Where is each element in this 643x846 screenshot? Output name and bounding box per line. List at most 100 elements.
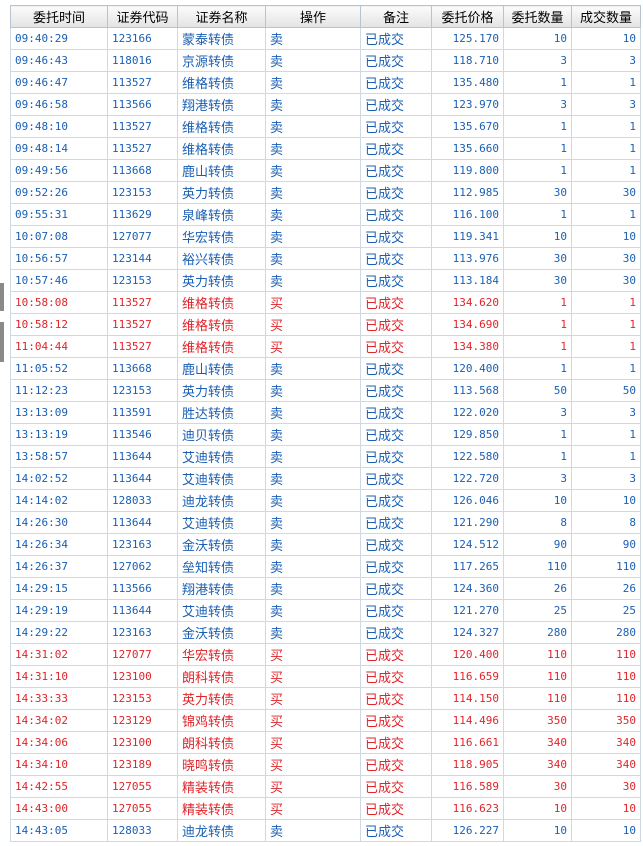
table-row[interactable]: 14:34:10 123189 晓鸣转债买已成交 118.905 340 340 — [10, 753, 641, 776]
column-header-remark[interactable]: 备注 — [360, 5, 432, 28]
order-price-cell: 114.496 — [431, 709, 504, 732]
table-row[interactable]: 09:49:56 113668 鹿山转债卖已成交 119.800 1 1 — [10, 159, 641, 182]
splitter-mark-bottom[interactable] — [0, 322, 4, 362]
splitter-mark-top[interactable] — [0, 283, 4, 311]
remark-cell: 已成交 — [360, 313, 432, 336]
table-row[interactable]: 09:46:43 118016 京源转债卖已成交 118.710 3 3 — [10, 49, 641, 72]
order-price-cell: 124.327 — [431, 621, 504, 644]
order-price-cell: 113.976 — [431, 247, 504, 270]
table-row[interactable]: 14:29:15 113566 翔港转债卖已成交 124.360 26 26 — [10, 577, 641, 600]
security-name-cell: 艾迪转债 — [177, 511, 266, 534]
operation-cell: 卖 — [265, 93, 361, 116]
table-row[interactable]: 09:55:31 113629 泉峰转债卖已成交 116.100 1 1 — [10, 203, 641, 226]
column-header-filled-quantity[interactable]: 成交数量 — [571, 5, 641, 28]
table-row[interactable]: 11:04:44 113527 维格转债买已成交 134.380 1 1 — [10, 335, 641, 358]
column-header-order-time[interactable]: 委托时间 — [10, 5, 108, 28]
table-row[interactable]: 13:13:19 113546 迪贝转债卖已成交 129.850 1 1 — [10, 423, 641, 446]
operation-cell: 卖 — [265, 423, 361, 446]
security-code-cell: 127055 — [107, 775, 178, 798]
table-row[interactable]: 09:48:14 113527 维格转债卖已成交 135.660 1 1 — [10, 137, 641, 160]
order-time-cell: 09:48:14 — [10, 137, 108, 160]
column-header-security-code[interactable]: 证券代码 — [107, 5, 178, 28]
order-quantity-cell: 3 — [503, 467, 572, 490]
order-price-cell: 118.905 — [431, 753, 504, 776]
remark-cell: 已成交 — [360, 599, 432, 622]
order-quantity-cell: 1 — [503, 115, 572, 138]
order-quantity-cell: 1 — [503, 313, 572, 336]
order-price-cell: 121.290 — [431, 511, 504, 534]
order-quantity-cell: 340 — [503, 731, 572, 754]
table-row[interactable]: 09:52:26 123153 英力转债卖已成交 112.985 30 30 — [10, 181, 641, 204]
column-header-order-quantity[interactable]: 委托数量 — [503, 5, 572, 28]
remark-cell: 已成交 — [360, 247, 432, 270]
table-row[interactable]: 13:13:09 113591 胜达转债卖已成交 122.020 3 3 — [10, 401, 641, 424]
table-row[interactable]: 09:40:29 123166 蒙泰转债卖已成交 125.170 10 10 — [10, 27, 641, 50]
security-name-cell: 华宏转债 — [177, 225, 266, 248]
table-row[interactable]: 14:33:33 123153 英力转债买已成交 114.150 110 110 — [10, 687, 641, 710]
order-quantity-cell: 350 — [503, 709, 572, 732]
table-row[interactable]: 14:42:55 127055 精装转债买已成交 116.589 30 30 — [10, 775, 641, 798]
table-row[interactable]: 11:12:23 123153 英力转债卖已成交 113.568 50 50 — [10, 379, 641, 402]
table-row[interactable]: 14:26:30 113644 艾迪转债卖已成交 121.290 8 8 — [10, 511, 641, 534]
table-row[interactable]: 14:29:19 113644 艾迪转债卖已成交 121.270 25 25 — [10, 599, 641, 622]
order-quantity-cell: 10 — [503, 27, 572, 50]
order-quantity-cell: 110 — [503, 665, 572, 688]
order-time-cell: 14:42:55 — [10, 775, 108, 798]
order-price-cell: 122.020 — [431, 401, 504, 424]
order-time-cell: 09:46:43 — [10, 49, 108, 72]
order-quantity-cell: 1 — [503, 335, 572, 358]
security-name-cell: 维格转债 — [177, 115, 266, 138]
order-time-cell: 14:31:02 — [10, 643, 108, 666]
order-time-cell: 14:34:06 — [10, 731, 108, 754]
order-quantity-cell: 30 — [503, 247, 572, 270]
security-name-cell: 鹿山转债 — [177, 357, 266, 380]
table-row[interactable]: 14:34:06 123100 朗科转债买已成交 116.661 340 340 — [10, 731, 641, 754]
security-code-cell: 128033 — [107, 489, 178, 512]
filled-quantity-cell: 30 — [571, 269, 641, 292]
operation-cell: 买 — [265, 753, 361, 776]
security-code-cell: 113629 — [107, 203, 178, 226]
order-time-cell: 14:29:19 — [10, 599, 108, 622]
order-price-cell: 120.400 — [431, 357, 504, 380]
table-row[interactable]: 09:48:10 113527 维格转债卖已成交 135.670 1 1 — [10, 115, 641, 138]
operation-cell: 卖 — [265, 71, 361, 94]
remark-cell: 已成交 — [360, 27, 432, 50]
filled-quantity-cell: 280 — [571, 621, 641, 644]
security-code-cell: 118016 — [107, 49, 178, 72]
table-row[interactable]: 14:26:37 127062 垒知转债卖已成交 117.265 110 110 — [10, 555, 641, 578]
table-row[interactable]: 14:26:34 123163 金沃转债卖已成交 124.512 90 90 — [10, 533, 641, 556]
security-name-cell: 金沃转债 — [177, 533, 266, 556]
table-row[interactable]: 14:43:05 128033 迪龙转债卖已成交 126.227 10 10 — [10, 819, 641, 842]
security-code-cell: 127077 — [107, 643, 178, 666]
filled-quantity-cell: 50 — [571, 379, 641, 402]
table-row[interactable]: 14:34:02 123129 锦鸡转债买已成交 114.496 350 350 — [10, 709, 641, 732]
table-row[interactable]: 14:29:22 123163 金沃转债卖已成交 124.327 280 280 — [10, 621, 641, 644]
table-row[interactable]: 10:58:12 113527 维格转债买已成交 134.690 1 1 — [10, 313, 641, 336]
table-row[interactable]: 10:56:57 123144 裕兴转债卖已成交 113.976 30 30 — [10, 247, 641, 270]
table-row[interactable]: 10:57:46 123153 英力转债卖已成交 113.184 30 30 — [10, 269, 641, 292]
table-row[interactable]: 14:31:02 127077 华宏转债买已成交 120.400 110 110 — [10, 643, 641, 666]
security-name-cell: 垒知转债 — [177, 555, 266, 578]
order-quantity-cell: 1 — [503, 423, 572, 446]
table-row[interactable]: 09:46:58 113566 翔港转债卖已成交 123.970 3 3 — [10, 93, 641, 116]
remark-cell: 已成交 — [360, 665, 432, 688]
security-name-cell: 精装转债 — [177, 775, 266, 798]
security-code-cell: 113591 — [107, 401, 178, 424]
table-row[interactable]: 14:02:52 113644 艾迪转债卖已成交 122.720 3 3 — [10, 467, 641, 490]
operation-cell: 卖 — [265, 511, 361, 534]
table-row[interactable]: 11:05:52 113668 鹿山转债卖已成交 120.400 1 1 — [10, 357, 641, 380]
filled-quantity-cell: 8 — [571, 511, 641, 534]
remark-cell: 已成交 — [360, 379, 432, 402]
column-header-security-name[interactable]: 证券名称 — [177, 5, 266, 28]
table-row[interactable]: 14:14:02 128033 迪龙转债卖已成交 126.046 10 10 — [10, 489, 641, 512]
table-row[interactable]: 14:31:10 123100 朗科转债买已成交 116.659 110 110 — [10, 665, 641, 688]
order-quantity-cell: 90 — [503, 533, 572, 556]
column-header-order-price[interactable]: 委托价格 — [431, 5, 504, 28]
table-row[interactable]: 10:58:08 113527 维格转债买已成交 134.620 1 1 — [10, 291, 641, 314]
table-row[interactable]: 13:58:57 113644 艾迪转债卖已成交 122.580 1 1 — [10, 445, 641, 468]
table-row[interactable]: 10:07:08 127077 华宏转债卖已成交 119.341 10 10 — [10, 225, 641, 248]
column-header-operation[interactable]: 操作 — [265, 5, 361, 28]
table-row[interactable]: 09:46:47 113527 维格转债卖已成交 135.480 1 1 — [10, 71, 641, 94]
operation-cell: 卖 — [265, 599, 361, 622]
table-row[interactable]: 14:43:00 127055 精装转债买已成交 116.623 10 10 — [10, 797, 641, 820]
